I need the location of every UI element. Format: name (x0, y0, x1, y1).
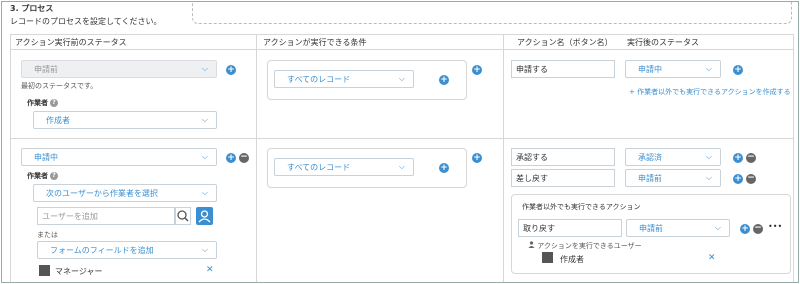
chevron-down-icon: ⌵ (705, 173, 712, 182)
assignee-label: 作業者? (27, 171, 58, 181)
after-status-value: 申請中 (638, 64, 662, 74)
person-icon (528, 241, 535, 248)
other-action-status-select[interactable]: 申請前 ⌵ (626, 219, 730, 237)
condition-select[interactable]: すべてのレコード ⌵ (274, 70, 414, 88)
other-action-status-value: 申請前 (639, 223, 663, 233)
after-status-select[interactable]: 申請前 ⌵ (625, 169, 721, 187)
chevron-down-icon: ⌵ (201, 64, 208, 73)
chevron-down-icon: ⌵ (201, 152, 208, 161)
add-action-button[interactable]: + (733, 65, 743, 75)
chevron-down-icon: ⌵ (201, 188, 208, 197)
user-avatar-icon (39, 265, 50, 276)
chevron-down-icon: ⌵ (201, 115, 208, 124)
condition-value: すべてのレコード (287, 74, 351, 84)
header-status-after: 実行後のステータス (627, 38, 699, 47)
chevron-down-icon: ⌵ (705, 64, 712, 73)
search-button[interactable] (175, 207, 191, 225)
process-table: アクション実行前のステータス アクションが実行できる条件 アクション名（ボタン名… (10, 34, 794, 282)
assignee-mode-value: 次のユーザーから作業者を選択 (46, 188, 158, 198)
user-picker-button[interactable] (196, 207, 213, 225)
user-avatar-icon (542, 252, 553, 263)
action-name-input[interactable]: 申請する (511, 60, 615, 78)
action-name-input[interactable]: 差し戻す (511, 169, 615, 187)
assignee-label: 作業者? (27, 98, 58, 108)
add-other-action-button[interactable]: + (740, 224, 750, 234)
column-divider (256, 35, 257, 282)
add-condition-button[interactable]: + (439, 75, 449, 85)
user-search-input[interactable]: ユーザーを追加 (37, 207, 175, 225)
remove-other-user-icon[interactable]: ✕ (708, 253, 716, 263)
more-options-icon[interactable]: ••• (768, 222, 782, 231)
status-before-select: 申請前 ⌵ (21, 60, 217, 78)
initial-status-note: 最初のステータスです。 (21, 82, 98, 90)
assignee-mode-select[interactable]: 次のユーザーから作業者を選択 ⌵ (33, 184, 217, 202)
row-divider (11, 138, 793, 139)
condition-select[interactable]: すべてのレコード ⌵ (274, 158, 414, 176)
other-action-title: 作業者以外でも実行できるアクション (522, 203, 641, 211)
remove-action-button[interactable]: − (746, 174, 756, 184)
section-description: レコードのプロセスを設定してください。 (10, 17, 162, 26)
help-icon[interactable]: ? (50, 99, 58, 107)
condition-panel: すべてのレコード ⌵ + (267, 60, 467, 100)
chevron-down-icon: ⌵ (714, 223, 721, 232)
assignee-select[interactable]: 作成者 ⌵ (33, 111, 217, 129)
header-action-name: アクション名（ボタン名） (517, 38, 613, 47)
status-before-value: 申請中 (34, 152, 58, 162)
condition-value: すべてのレコード (287, 162, 351, 172)
after-status-value: 承認済 (638, 152, 662, 162)
process-settings-frame: 3. プロセス レコードのプロセスを設定してください。 アクション実行前のステー… (1, 1, 799, 283)
form-field-select[interactable]: フォームのフィールドを追加 ⌵ (37, 241, 217, 259)
header-condition: アクションが実行できる条件 (263, 38, 367, 47)
add-action-button[interactable]: + (733, 174, 743, 184)
after-status-select[interactable]: 承認済 ⌵ (625, 148, 721, 166)
chevron-down-icon: ⌵ (201, 245, 208, 254)
header-status-before: アクション実行前のステータス (15, 38, 127, 47)
form-field-value: フォームのフィールドを追加 (50, 245, 154, 255)
add-other-action-link[interactable]: + 作業者以外でも実行できるアクションを作成する (629, 87, 791, 97)
chevron-down-icon: ⌵ (398, 74, 405, 83)
remove-user-icon[interactable]: ✕ (206, 265, 214, 275)
after-status-value: 申請前 (638, 173, 662, 183)
add-condition-button[interactable]: + (439, 163, 449, 173)
status-before-value: 申請前 (34, 64, 58, 74)
chevron-down-icon: ⌵ (705, 152, 712, 161)
person-icon (198, 210, 211, 223)
header-divider (11, 49, 793, 50)
add-action-button[interactable]: + (733, 153, 743, 163)
dashed-placeholder-box (192, 2, 792, 24)
condition-panel: すべてのレコード ⌵ + (267, 148, 467, 188)
other-action-name-input[interactable]: 取り戻す (518, 219, 622, 237)
user-chip-name: マネージャー (55, 267, 103, 276)
other-user-chip-name: 作成者 (560, 255, 584, 264)
assignee-value: 作成者 (46, 115, 70, 125)
after-status-select[interactable]: 申請中 ⌵ (625, 60, 721, 78)
add-condition-group-button[interactable]: + (472, 65, 482, 75)
add-condition-group-button[interactable]: + (472, 153, 482, 163)
allowed-users-label: アクションを実行できるユーザー (528, 241, 642, 251)
section-title: 3. プロセス (10, 4, 54, 13)
or-label: または (37, 231, 58, 239)
add-status-button[interactable]: + (226, 65, 236, 75)
search-icon (177, 210, 189, 222)
other-action-panel: 作業者以外でも実行できるアクション 取り戻す 申請前 ⌵ + − ••• アクシ… (511, 194, 791, 274)
status-before-select[interactable]: 申請中 ⌵ (21, 148, 217, 166)
remove-other-action-button[interactable]: − (753, 224, 763, 234)
plus-icon: + (629, 88, 638, 96)
column-divider (503, 35, 504, 282)
remove-status-button[interactable]: − (239, 153, 249, 163)
chevron-down-icon: ⌵ (398, 162, 405, 171)
action-name-input[interactable]: 承認する (511, 148, 615, 166)
remove-action-button[interactable]: − (746, 153, 756, 163)
help-icon[interactable]: ? (50, 172, 58, 180)
add-status-button[interactable]: + (226, 153, 236, 163)
